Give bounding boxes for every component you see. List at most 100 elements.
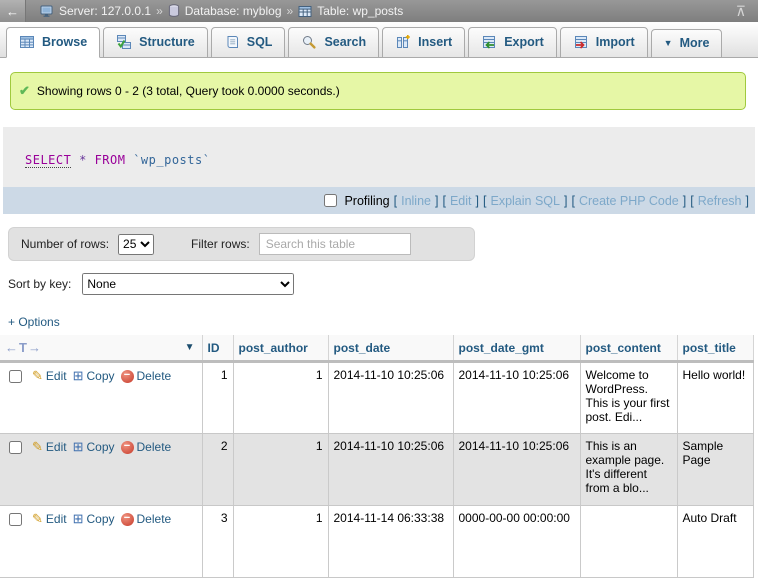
breadcrumb: Server: 127.0.0.1 » Database: myblog » T… xyxy=(40,4,403,18)
cell-post-title: Sample Page xyxy=(677,434,753,506)
insert-icon xyxy=(395,34,411,50)
table-row: ✎Edit ⊞Copy −Delete 2 1 2014-11-10 10:25… xyxy=(0,434,753,506)
tab-browse[interactable]: Browse xyxy=(6,27,100,58)
breadcrumb-table[interactable]: Table: wp_posts xyxy=(317,4,403,18)
edit-query-link[interactable]: Edit xyxy=(450,194,472,208)
query-box: SELECT * FROM `wp_posts` Profiling [ Inl… xyxy=(3,127,755,214)
cell-post-content: Welcome to WordPress. This is your first… xyxy=(580,362,677,434)
tab-sql[interactable]: SQL xyxy=(211,27,286,58)
tab-search[interactable]: Search xyxy=(288,27,379,58)
breadcrumb-separator: » xyxy=(287,4,294,18)
pencil-icon: ✎ xyxy=(32,511,43,527)
browse-icon xyxy=(19,34,35,50)
server-breadcrumb-bar: ← Server: 127.0.0.1 » Database: myblog »… xyxy=(0,0,758,22)
sort-descending-icon[interactable]: ▼ xyxy=(185,342,195,353)
back-arrow-icon: ← xyxy=(6,4,19,19)
query-actions-bar: Profiling [ Inline ] [ Edit ] [ Explain … xyxy=(3,187,755,214)
sql-star: * xyxy=(79,153,87,167)
cell-post-date-gmt: 2014-11-10 10:25:06 xyxy=(453,362,580,434)
column-header-post-date-gmt[interactable]: post_date_gmt xyxy=(453,335,580,362)
breadcrumb-server[interactable]: Server: 127.0.0.1 xyxy=(59,4,151,18)
tab-insert[interactable]: Insert xyxy=(382,27,465,58)
explain-sql-link[interactable]: Explain SQL xyxy=(490,194,559,208)
delete-icon: − xyxy=(121,441,134,454)
cell-post-content: This is an example page. It's different … xyxy=(580,434,677,506)
structure-icon xyxy=(116,34,132,50)
cell-post-author: 1 xyxy=(233,434,328,506)
tab-import[interactable]: Import xyxy=(560,27,648,58)
inline-link[interactable]: Inline xyxy=(401,194,431,208)
back-button[interactable]: ← xyxy=(0,0,26,22)
delete-icon: − xyxy=(121,370,134,383)
search-icon xyxy=(301,34,317,50)
column-move-icon[interactable]: ←T→ xyxy=(5,340,42,355)
column-header-post-author[interactable]: post_author xyxy=(233,335,328,362)
copy-icon: ⊞ xyxy=(73,439,84,455)
copy-icon: ⊞ xyxy=(73,368,84,384)
database-icon xyxy=(168,4,180,18)
number-of-rows-select[interactable]: 25 xyxy=(118,234,154,255)
profiling-label[interactable]: Profiling xyxy=(344,194,389,208)
import-icon xyxy=(573,34,589,50)
copy-row-link[interactable]: ⊞Copy xyxy=(73,439,115,455)
cell-post-title: Hello world! xyxy=(677,362,753,434)
options-toggle[interactable]: + Options xyxy=(8,315,60,329)
pencil-icon: ✎ xyxy=(32,439,43,455)
server-icon xyxy=(40,4,54,18)
breadcrumb-database[interactable]: Database: myblog xyxy=(185,4,282,18)
row-checkbox[interactable] xyxy=(9,441,22,454)
chevron-down-icon: ▼ xyxy=(664,38,673,48)
success-check-icon: ✔ xyxy=(19,83,30,99)
column-header-post-title[interactable]: post_title xyxy=(677,335,753,362)
status-message: ✔ Showing rows 0 - 2 (3 total, Query too… xyxy=(10,72,746,110)
breadcrumb-separator: » xyxy=(156,4,163,18)
create-php-code-link[interactable]: Create PHP Code xyxy=(579,194,679,208)
number-of-rows-label: Number of rows: xyxy=(21,237,109,251)
cell-post-date: 2014-11-10 10:25:06 xyxy=(328,434,453,506)
delete-icon: − xyxy=(121,513,134,526)
cell-post-date: 2014-11-10 10:25:06 xyxy=(328,362,453,434)
filter-rows-label: Filter rows: xyxy=(191,237,250,251)
sort-by-key-row: Sort by key: None xyxy=(8,273,758,295)
table-row: ✎Edit ⊞Copy −Delete 1 1 2014-11-10 10:25… xyxy=(0,362,753,434)
rows-filter-bar: Number of rows: 25 Filter rows: xyxy=(8,227,475,261)
copy-icon: ⊞ xyxy=(73,511,84,527)
edit-row-link[interactable]: ✎Edit xyxy=(32,368,67,384)
row-checkbox[interactable] xyxy=(9,513,22,526)
cell-id: 2 xyxy=(202,434,233,506)
table-header-row: ←T→ ▼ ID post_author post_date post_date… xyxy=(0,335,753,362)
row-checkbox[interactable] xyxy=(9,370,22,383)
profiling-checkbox[interactable] xyxy=(324,194,337,207)
column-header-id[interactable]: ID xyxy=(202,335,233,362)
tab-bar: Browse Structure SQL Search Insert Expor… xyxy=(0,22,758,58)
column-header-post-content[interactable]: post_content xyxy=(580,335,677,362)
edit-row-link[interactable]: ✎Edit xyxy=(32,439,67,455)
delete-row-link[interactable]: −Delete xyxy=(121,369,172,383)
cell-id: 1 xyxy=(202,362,233,434)
tab-structure[interactable]: Structure xyxy=(103,27,208,58)
copy-row-link[interactable]: ⊞Copy xyxy=(73,511,115,527)
table-icon xyxy=(298,5,312,18)
delete-row-link[interactable]: −Delete xyxy=(121,512,172,526)
filter-rows-input[interactable] xyxy=(259,233,411,255)
pencil-icon: ✎ xyxy=(32,368,43,384)
cell-post-author: 1 xyxy=(233,362,328,434)
export-icon xyxy=(481,34,497,50)
sql-keyword-select[interactable]: SELECT xyxy=(25,153,71,168)
sql-table-identifier: `wp_posts` xyxy=(133,153,210,167)
cell-post-date-gmt: 2014-11-10 10:25:06 xyxy=(453,434,580,506)
sql-keyword-from: FROM xyxy=(95,153,126,167)
copy-row-link[interactable]: ⊞Copy xyxy=(73,368,115,384)
edit-row-link[interactable]: ✎Edit xyxy=(32,511,67,527)
delete-row-link[interactable]: −Delete xyxy=(121,440,172,454)
sql-query: SELECT * FROM `wp_posts` xyxy=(3,127,755,187)
column-header-post-date[interactable]: post_date xyxy=(328,335,453,362)
status-message-text: Showing rows 0 - 2 (3 total, Query took … xyxy=(37,84,340,98)
sort-by-key-select[interactable]: None xyxy=(82,273,294,295)
tab-export[interactable]: Export xyxy=(468,27,557,58)
sql-icon xyxy=(224,34,240,50)
collapse-panel-icon[interactable]: ⊼ xyxy=(736,4,746,18)
refresh-link[interactable]: Refresh xyxy=(698,194,742,208)
tab-more[interactable]: ▼ More xyxy=(651,29,723,58)
sort-by-key-label: Sort by key: xyxy=(8,277,71,291)
